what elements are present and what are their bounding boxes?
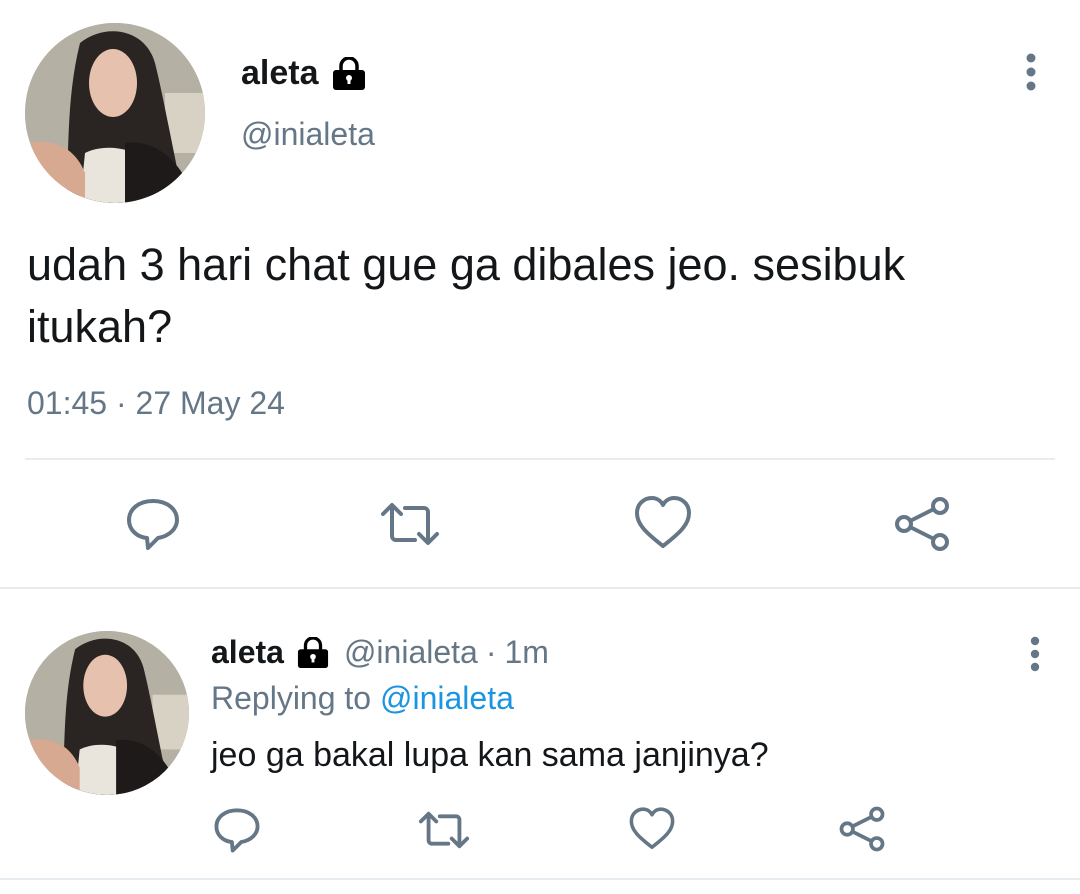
display-name[interactable]: aleta — [241, 54, 367, 93]
more-vertical-icon[interactable] — [1022, 636, 1048, 674]
tweet-age[interactable]: 1m — [504, 634, 548, 671]
avatar[interactable] — [25, 23, 205, 203]
display-name-text: aleta — [241, 54, 319, 92]
dot-separator: · — [485, 634, 497, 670]
avatar-photo — [25, 23, 205, 203]
heart-icon[interactable] — [633, 494, 693, 552]
heart-icon[interactable] — [628, 806, 676, 852]
tweet-text: jeo ga bakal lupa kan sama janjinya? — [211, 736, 769, 774]
retweet-icon[interactable] — [416, 806, 472, 854]
replying-to: Replying to @inialeta — [211, 680, 514, 717]
reply-icon[interactable] — [213, 806, 261, 854]
handle[interactable]: @inialeta — [241, 116, 375, 153]
section-divider — [0, 878, 1080, 880]
mention-link[interactable]: @inialeta — [380, 680, 514, 716]
handle[interactable]: @inialeta — [344, 634, 478, 671]
more-vertical-icon[interactable] — [1016, 52, 1046, 94]
reply-icon[interactable] — [125, 496, 181, 552]
tweet-text: udah 3 hari chat gue ga dibales jeo. ses… — [27, 239, 906, 352]
divider — [25, 458, 1055, 460]
retweet-icon[interactable] — [379, 496, 441, 552]
avatar[interactable] — [25, 631, 189, 795]
share-icon[interactable] — [838, 806, 886, 852]
tweet-timestamp[interactable]: 01:45 · 27 May 24 — [27, 385, 285, 422]
replying-prefix: Replying to — [211, 680, 372, 716]
section-divider — [0, 587, 1080, 589]
share-icon[interactable] — [893, 496, 951, 552]
avatar-photo — [25, 631, 189, 795]
lock-icon — [296, 636, 330, 669]
reply-header: aleta @inialeta · 1m — [211, 634, 549, 671]
lock-icon — [331, 56, 367, 91]
display-name[interactable]: aleta — [211, 634, 284, 671]
